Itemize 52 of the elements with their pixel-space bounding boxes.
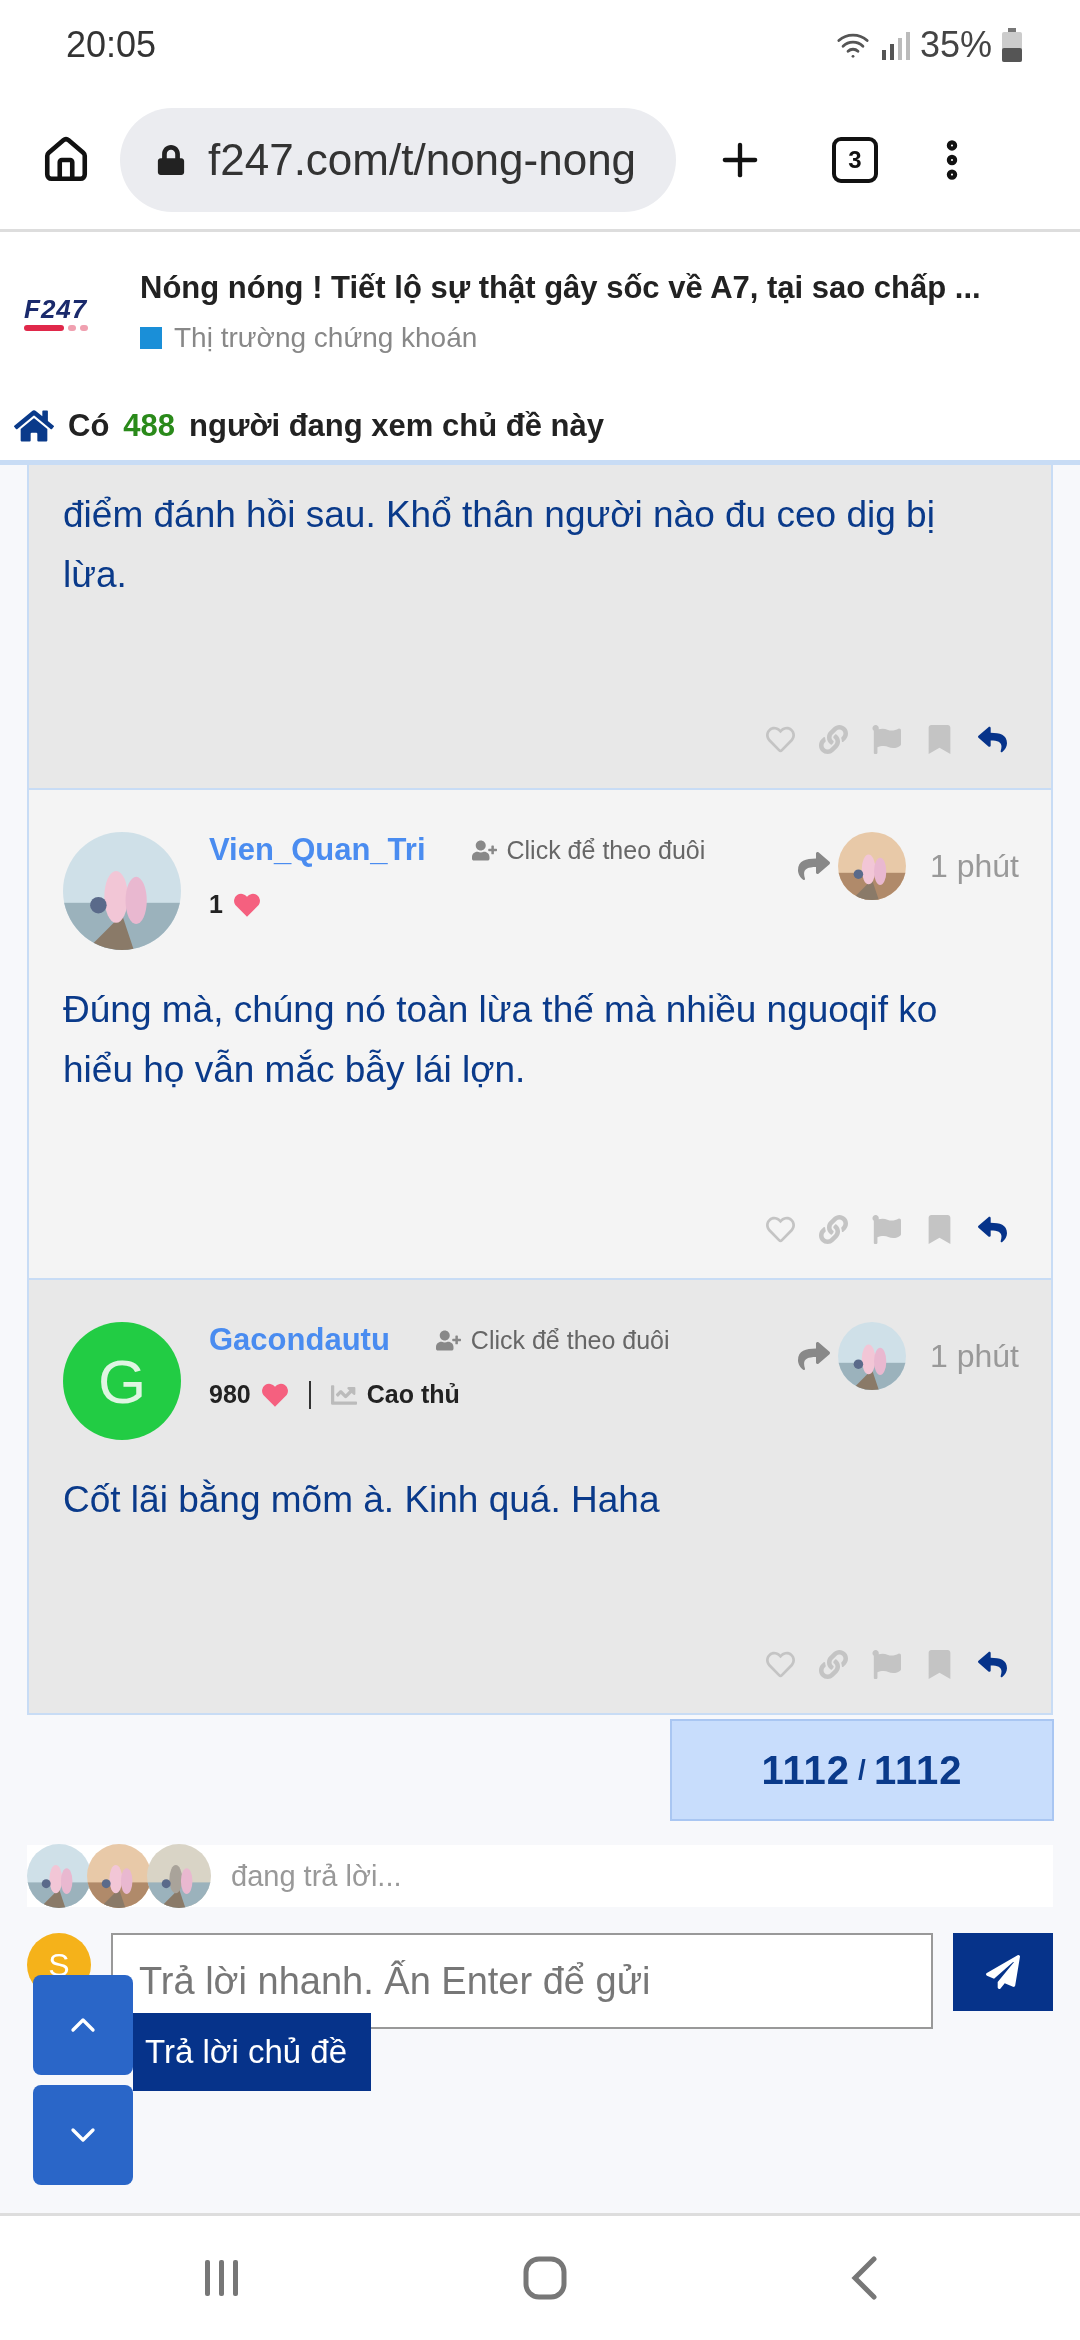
reply-icon[interactable] <box>978 725 1007 754</box>
post-time: 1 phút <box>930 1337 1019 1375</box>
likes-count: 980 <box>209 1380 251 1409</box>
author-name[interactable]: Vien_Quan_Tri <box>209 832 426 868</box>
viewers-label: người đang xem chủ đề này <box>189 408 604 444</box>
post-text: điểm đánh hồi sau. Khổ thân người nào đu ceo dig bị lừa. <box>63 493 936 597</box>
page-counter[interactable]: 1112 / 1112 <box>670 1719 1054 1821</box>
send-button[interactable] <box>953 1933 1053 2011</box>
like-icon[interactable] <box>766 1650 795 1679</box>
flag-icon[interactable] <box>872 725 901 754</box>
scroll-up-button[interactable] <box>33 1975 133 2075</box>
topic-title: Nóng nóng ! Tiết lộ sự thật gây sốc về A7, tại sao chấp ... <box>140 270 981 306</box>
share-icon[interactable] <box>798 1340 831 1372</box>
like-icon[interactable] <box>766 1215 795 1244</box>
status-time: 20:05 <box>66 24 157 66</box>
reply-icon[interactable] <box>978 1215 1007 1244</box>
post-time: 1 phút <box>930 847 1019 885</box>
signal-icon <box>879 30 910 60</box>
address-bar[interactable]: f247.com/t/nong-nong <box>120 107 676 212</box>
follow-link[interactable]: Click để theo đuôi <box>471 835 706 865</box>
author-name[interactable]: Gacondautu <box>209 1322 390 1358</box>
logo-underline-icon <box>24 324 90 331</box>
typing-status: đang trả lời... <box>231 1859 402 1893</box>
post-text: Đúng mà, chúng nó toàn lừa thế mà nhiều nguoqif ko hiểu họ vẫn mắc bẫy lái lợn. <box>63 988 939 1092</box>
link-icon[interactable] <box>819 1650 848 1679</box>
follow-link[interactable]: Click để theo đuôi <box>435 1325 670 1355</box>
post-text: Cốt lãi bằng mõm à. Kinh quá. Haha <box>63 1478 661 1522</box>
flag-icon[interactable] <box>872 1215 901 1244</box>
lock-icon <box>156 144 186 175</box>
likes-count: 1 <box>209 890 223 919</box>
reply-icon[interactable] <box>978 1650 1007 1679</box>
heart-icon <box>260 1381 289 1408</box>
scroll-down-button[interactable] <box>33 2085 133 2185</box>
heart-icon <box>232 891 261 918</box>
battery-icon <box>1002 28 1022 62</box>
share-icon[interactable] <box>798 850 831 882</box>
viewers-label: Có <box>68 408 110 444</box>
viewers-count: 488 <box>123 408 176 444</box>
battery-level: 35% <box>919 24 992 66</box>
quick-reply-field[interactable]: Trả lời nhanh. Ấn Enter để gửi <box>111 1933 933 2029</box>
like-icon[interactable] <box>766 725 795 754</box>
link-icon[interactable] <box>819 725 848 754</box>
category-icon <box>140 327 162 349</box>
tab-count[interactable]: 3 <box>832 136 878 183</box>
home-button-icon[interactable] <box>523 2256 567 2300</box>
link-icon[interactable] <box>819 1215 848 1244</box>
site-logo[interactable]: F247 <box>24 293 110 325</box>
flag-icon[interactable] <box>872 1650 901 1679</box>
back-icon[interactable] <box>849 2256 879 2300</box>
category-link[interactable]: Thị trường chứng khoán <box>174 322 478 354</box>
paper-plane-icon <box>986 1955 1020 1989</box>
user-rank: Cao thủ <box>366 1380 460 1409</box>
